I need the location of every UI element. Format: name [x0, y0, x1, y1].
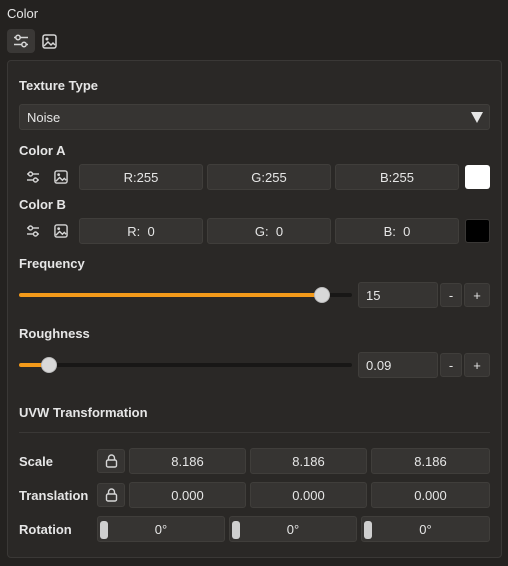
uvw-divider — [19, 432, 490, 433]
color-b-blue-field[interactable]: B: 0 — [335, 218, 459, 244]
color-b-image-button[interactable] — [50, 220, 72, 242]
sliders-icon — [27, 171, 39, 183]
image-icon — [54, 224, 68, 238]
frequency-slider-track[interactable] — [19, 293, 352, 297]
sliders-icon — [27, 225, 39, 237]
frequency-slider-fill — [19, 293, 322, 297]
sliders-icon — [14, 34, 28, 48]
translation-y-field[interactable]: 0.000 — [250, 482, 367, 508]
frequency-value-field[interactable]: 15 — [358, 282, 438, 308]
lock-icon — [105, 488, 117, 502]
roughness-slider-track[interactable] — [19, 363, 352, 367]
color-b-parameters-button[interactable] — [22, 220, 44, 242]
scale-z-field[interactable]: 8.186 — [371, 448, 490, 474]
rotation-y-value: 0° — [286, 521, 300, 537]
rotation-x-field[interactable]: 0° — [97, 516, 225, 542]
roughness-increment-button[interactable]: + — [464, 353, 490, 377]
image-icon — [54, 170, 68, 184]
rotation-x-value: 0° — [154, 521, 168, 537]
scale-label: Scale — [19, 454, 53, 469]
color-a-parameters-button[interactable] — [22, 166, 44, 188]
color-a-blue-field[interactable]: B:255 — [335, 164, 459, 190]
rotation-z-field[interactable]: 0° — [361, 516, 490, 542]
scale-y-field[interactable]: 8.186 — [250, 448, 367, 474]
translation-z-field[interactable]: 0.000 — [371, 482, 490, 508]
texture-type-dropdown[interactable]: Noise — [19, 104, 490, 130]
color-a-green-field[interactable]: G:255 — [207, 164, 331, 190]
color-a-image-button[interactable] — [50, 166, 72, 188]
rotation-x-handle[interactable] — [100, 521, 108, 539]
rotation-z-value: 0° — [419, 521, 432, 537]
frequency-increment-button[interactable]: + — [464, 283, 490, 307]
mode-image-button[interactable] — [35, 29, 63, 53]
texture-type-label: Texture Type — [19, 78, 98, 93]
frequency-decrement-button[interactable]: - — [440, 283, 462, 307]
roughness-value-field[interactable]: 0.09 — [358, 352, 438, 378]
frequency-slider-handle[interactable] — [314, 287, 330, 303]
mode-parameters-button[interactable] — [7, 29, 35, 53]
roughness-decrement-button[interactable]: - — [440, 353, 462, 377]
translation-x-field[interactable]: 0.000 — [129, 482, 246, 508]
uvw-title: UVW Transformation — [19, 405, 148, 420]
translation-label: Translation — [19, 488, 89, 503]
scale-x-field[interactable]: 8.186 — [129, 448, 246, 474]
image-icon — [41, 33, 57, 49]
roughness-slider-handle[interactable] — [41, 357, 57, 373]
scale-lock-button[interactable] — [97, 449, 125, 473]
color-a-red-field[interactable]: R:255 — [79, 164, 203, 190]
section-title: Color — [7, 6, 39, 21]
color-b-red-field[interactable]: R: 0 — [79, 218, 203, 244]
rotation-z-handle[interactable] — [364, 521, 372, 539]
color-b-green-field[interactable]: G: 0 — [207, 218, 331, 244]
rotation-label: Rotation — [19, 522, 72, 537]
translation-lock-button[interactable] — [97, 483, 125, 507]
texture-type-value: Noise — [27, 109, 61, 125]
roughness-label: Roughness — [19, 326, 90, 341]
color-b-swatch[interactable] — [465, 219, 490, 243]
color-b-label: Color B — [19, 197, 66, 212]
color-a-swatch[interactable] — [465, 165, 490, 189]
lock-icon — [105, 454, 117, 468]
dropdown-arrow-icon — [471, 112, 483, 123]
rotation-y-handle[interactable] — [232, 521, 240, 539]
color-a-label: Color A — [19, 143, 66, 158]
frequency-label: Frequency — [19, 256, 85, 271]
rotation-y-field[interactable]: 0° — [229, 516, 357, 542]
